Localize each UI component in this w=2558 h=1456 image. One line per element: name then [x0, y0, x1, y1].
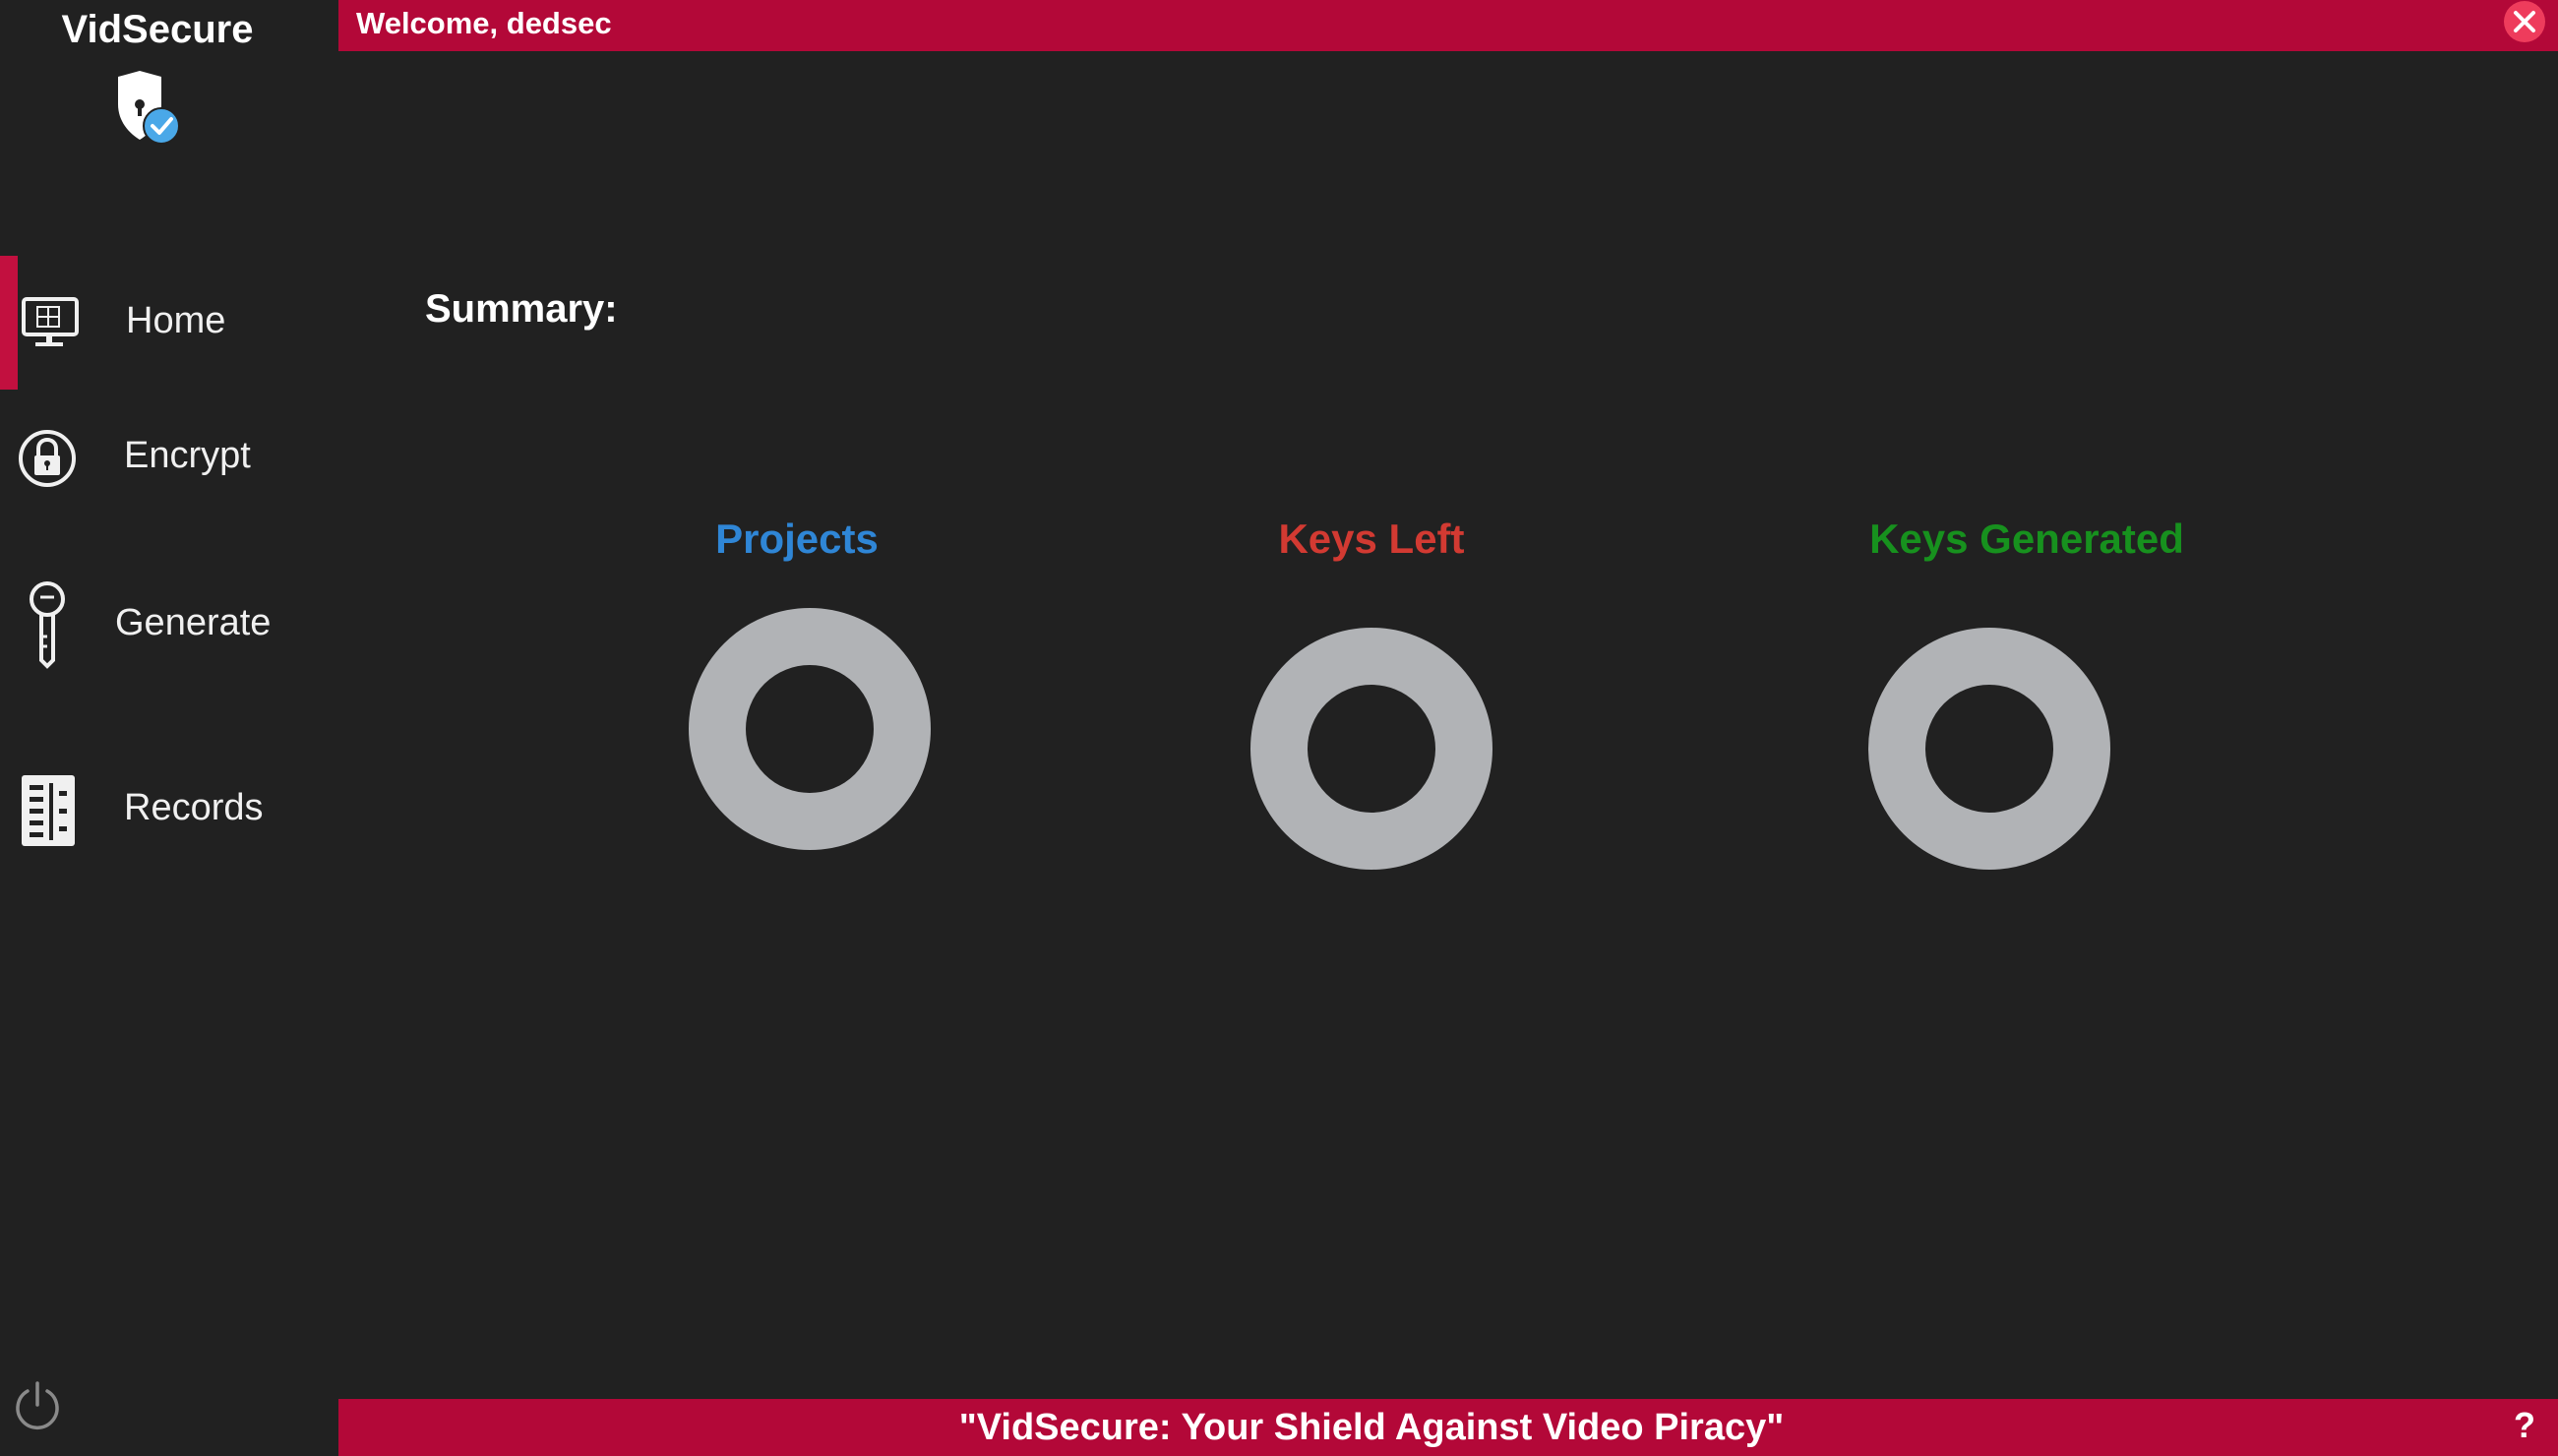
close-icon[interactable] [2499, 0, 2550, 45]
app-brand: VidSecure [61, 8, 254, 51]
sidebar-item-home[interactable]: Home [0, 256, 338, 390]
sidebar-item-encrypt[interactable]: Encrypt [0, 392, 338, 525]
stat-title-keys-left: Keys Left [1278, 516, 1465, 562]
key-icon [30, 581, 65, 669]
sidebar-item-records[interactable]: Records [0, 744, 338, 878]
sidebar-item-label: Generate [115, 602, 272, 643]
welcome-text: Welcome, dedsec [356, 6, 612, 40]
sidebar-item-label: Home [126, 300, 226, 341]
keys-generated-ring-chart [1868, 628, 2110, 870]
help-button[interactable]: ? [2505, 1405, 2544, 1448]
summary-heading: Summary: [425, 287, 618, 331]
sidebar: VidSecure Home Encrypt Generate Records [0, 0, 338, 1456]
shield-check-icon [118, 71, 180, 145]
sidebar-item-generate[interactable]: Generate [0, 558, 338, 692]
monitor-icon [22, 297, 79, 346]
tagline: "VidSecure: Your Shield Against Video Pi… [958, 1407, 1785, 1448]
lock-icon [19, 430, 76, 487]
sidebar-item-label: Encrypt [124, 435, 251, 476]
records-icon [22, 775, 75, 846]
stat-title-keys-generated: Keys Generated [1869, 516, 2184, 562]
power-icon[interactable] [12, 1379, 63, 1430]
stat-title-projects: Projects [715, 516, 879, 562]
top-bar: Welcome, dedsec [338, 0, 2558, 51]
projects-ring-chart [689, 608, 931, 850]
footer-bar: "VidSecure: Your Shield Against Video Pi… [338, 1399, 2558, 1456]
sidebar-item-label: Records [124, 787, 264, 828]
active-indicator [0, 256, 18, 390]
keys-left-ring-chart [1250, 628, 1492, 870]
